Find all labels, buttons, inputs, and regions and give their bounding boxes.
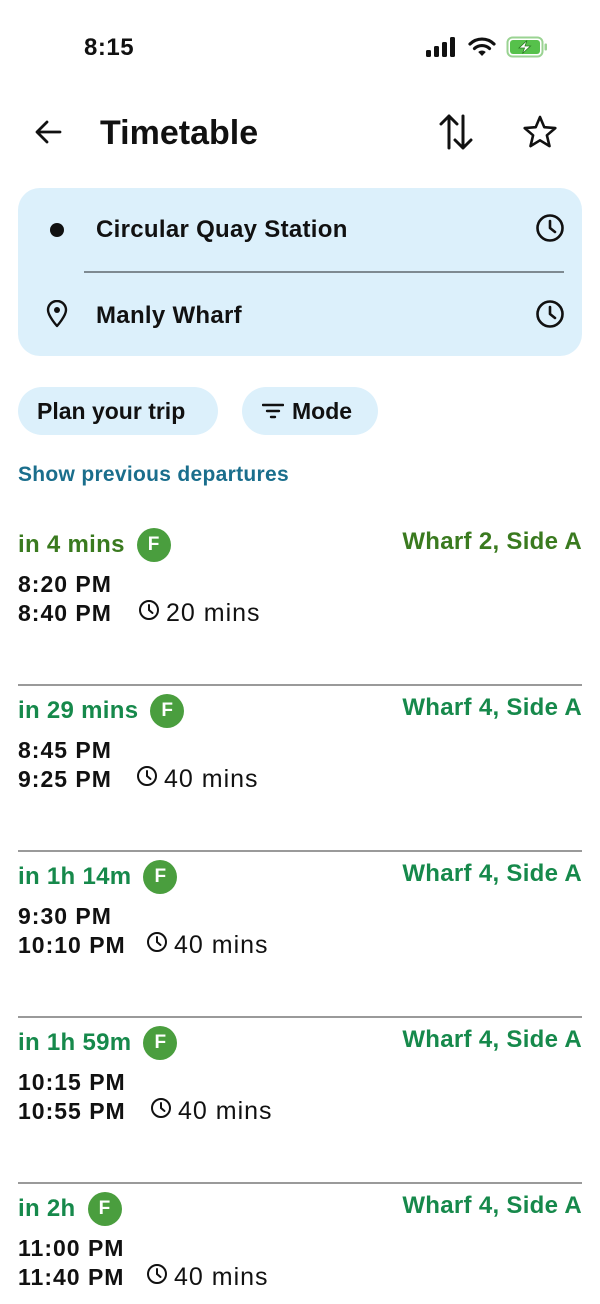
depart-time: 8:20 PM xyxy=(18,571,112,597)
departure-times: 9:30 PM 10:10 PM xyxy=(18,902,126,960)
plan-trip-label: Plan your trip xyxy=(37,397,186,424)
back-button[interactable] xyxy=(30,116,66,152)
duration-text: 40 mins xyxy=(178,1097,273,1125)
eta-text: in 29 mins xyxy=(18,697,139,724)
wharf-label: Wharf 4, Side A xyxy=(402,1026,582,1053)
duration-text: 40 mins xyxy=(164,765,259,793)
mode-filter-chip[interactable]: Mode xyxy=(242,387,378,435)
departure-times: 8:45 PM 9:25 PM xyxy=(18,736,112,794)
wharf-label: Wharf 4, Side A xyxy=(402,694,582,721)
ferry-badge-icon: F xyxy=(87,1192,122,1226)
departure-eta: in 29 mins F xyxy=(18,694,185,728)
ferry-badge-icon: F xyxy=(143,860,178,894)
clock-icon xyxy=(535,213,565,248)
depart-time: 8:45 PM xyxy=(18,737,112,763)
departure-row[interactable]: in 1h 59m F Wharf 4, Side A 10:15 PM 10:… xyxy=(18,1018,582,1184)
clock-icon xyxy=(138,599,160,628)
depart-time: 9:30 PM xyxy=(18,903,112,929)
clock-icon xyxy=(146,931,168,960)
origin-field[interactable]: Circular Quay Station xyxy=(18,200,582,260)
trip-duration: 40 mins xyxy=(136,765,259,794)
trip-duration: 40 mins xyxy=(150,1097,273,1126)
trip-duration: 40 mins xyxy=(146,1263,269,1292)
departure-row[interactable]: in 1h 14m F Wharf 4, Side A 9:30 PM 10:1… xyxy=(18,852,582,1018)
departure-eta: in 1h 14m F xyxy=(18,860,178,894)
swap-arrows-icon xyxy=(439,112,473,157)
departure-eta: in 2h F xyxy=(18,1192,122,1226)
eta-text: in 1h 59m xyxy=(18,1029,132,1056)
back-arrow-icon xyxy=(33,117,63,152)
origin-label: Circular Quay Station xyxy=(96,216,348,243)
cellular-signal-icon xyxy=(426,37,458,62)
wharf-label: Wharf 2, Side A xyxy=(402,528,582,555)
duration-text: 40 mins xyxy=(174,1263,269,1291)
eta-text: in 4 mins xyxy=(18,531,125,558)
departure-times: 11:00 PM 11:40 PM xyxy=(18,1234,124,1292)
ferry-badge-icon: F xyxy=(136,528,171,562)
mode-label: Mode xyxy=(292,397,353,424)
clock-icon xyxy=(146,1263,168,1292)
status-bar: 8:15 xyxy=(0,0,600,96)
duration-text: 20 mins xyxy=(166,599,261,627)
eta-text: in 2h xyxy=(18,1195,76,1222)
departure-row[interactable]: in 2h F Wharf 4, Side A 11:00 PM 11:40 P… xyxy=(18,1184,582,1304)
route-card: Circular Quay Station Manly Wharf xyxy=(18,188,582,356)
departure-times: 10:15 PM 10:55 PM xyxy=(18,1068,126,1126)
departure-eta: in 4 mins F xyxy=(18,528,171,562)
wharf-label: Wharf 4, Side A xyxy=(402,860,582,887)
app-header: Timetable xyxy=(0,96,600,176)
destination-field[interactable]: Manly Wharf xyxy=(18,286,582,346)
arrive-time: 8:40 PM xyxy=(18,600,112,626)
arrive-time: 11:40 PM xyxy=(18,1264,125,1290)
arrive-time: 9:25 PM xyxy=(18,766,112,792)
depart-time: 10:15 PM xyxy=(18,1069,126,1095)
departures-list: in 4 mins F Wharf 2, Side A 8:20 PM 8:40… xyxy=(18,520,582,1304)
wharf-label: Wharf 4, Side A xyxy=(402,1192,582,1219)
departure-row[interactable]: in 29 mins F Wharf 4, Side A 8:45 PM 9:2… xyxy=(18,686,582,852)
trip-duration: 40 mins xyxy=(146,931,269,960)
duration-text: 40 mins xyxy=(174,931,269,959)
wifi-icon xyxy=(468,37,496,62)
status-time: 8:15 xyxy=(84,34,135,61)
plan-trip-chip[interactable]: Plan your trip xyxy=(18,387,218,435)
filter-icon xyxy=(261,398,285,425)
depart-time: 11:00 PM xyxy=(18,1235,125,1261)
clock-icon xyxy=(535,299,565,334)
status-icons xyxy=(426,36,548,63)
clock-icon xyxy=(136,765,158,794)
destination-label: Manly Wharf xyxy=(96,302,242,329)
origin-time-button[interactable] xyxy=(518,213,582,248)
origin-dot-icon xyxy=(50,223,64,237)
departure-times: 8:20 PM 8:40 PM xyxy=(18,570,112,628)
destination-time-button[interactable] xyxy=(518,299,582,334)
favourite-button[interactable] xyxy=(520,114,560,154)
show-previous-departures-link[interactable]: Show previous departures xyxy=(18,463,289,487)
location-pin-icon xyxy=(46,299,68,333)
ferry-badge-icon: F xyxy=(150,694,185,728)
eta-text: in 1h 14m xyxy=(18,863,132,890)
route-divider xyxy=(84,271,564,273)
swap-direction-button[interactable] xyxy=(436,114,476,154)
trip-duration: 20 mins xyxy=(138,599,261,628)
departure-row[interactable]: in 4 mins F Wharf 2, Side A 8:20 PM 8:40… xyxy=(18,520,582,686)
clock-icon xyxy=(150,1097,172,1126)
star-icon xyxy=(522,114,558,155)
battery-charging-icon xyxy=(506,36,548,63)
arrive-time: 10:55 PM xyxy=(18,1098,126,1124)
ferry-badge-icon: F xyxy=(143,1026,178,1060)
departure-eta: in 1h 59m F xyxy=(18,1026,178,1060)
page-title: Timetable xyxy=(100,114,259,152)
arrive-time: 10:10 PM xyxy=(18,932,126,958)
